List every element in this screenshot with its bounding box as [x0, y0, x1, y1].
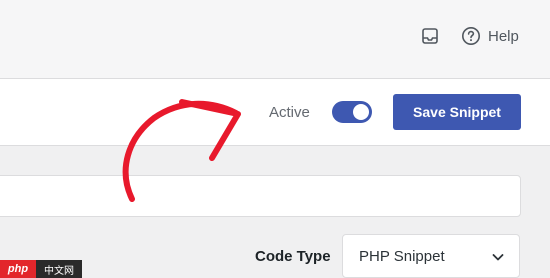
- toggle-knob: [353, 104, 369, 120]
- action-bar: Active Save Snippet: [0, 79, 550, 146]
- active-toggle[interactable]: [332, 101, 372, 123]
- code-type-label: Code Type: [255, 248, 331, 265]
- inbox-icon[interactable]: [420, 26, 440, 46]
- watermark-left: php: [0, 260, 36, 278]
- help-icon: [462, 27, 480, 45]
- save-snippet-button[interactable]: Save Snippet: [393, 94, 521, 130]
- snippet-title-input[interactable]: [0, 175, 521, 217]
- active-label: Active: [269, 104, 310, 121]
- code-type-select[interactable]: PHP Snippet: [342, 234, 520, 278]
- top-bar: Help: [0, 0, 550, 79]
- code-type-value: PHP Snippet: [359, 248, 445, 265]
- watermark-right: 中文网: [36, 260, 82, 278]
- help-button[interactable]: Help: [461, 24, 519, 48]
- watermark-logo: php 中文网: [0, 260, 82, 278]
- help-label: Help: [488, 27, 519, 45]
- chevron-down-icon: [492, 254, 504, 261]
